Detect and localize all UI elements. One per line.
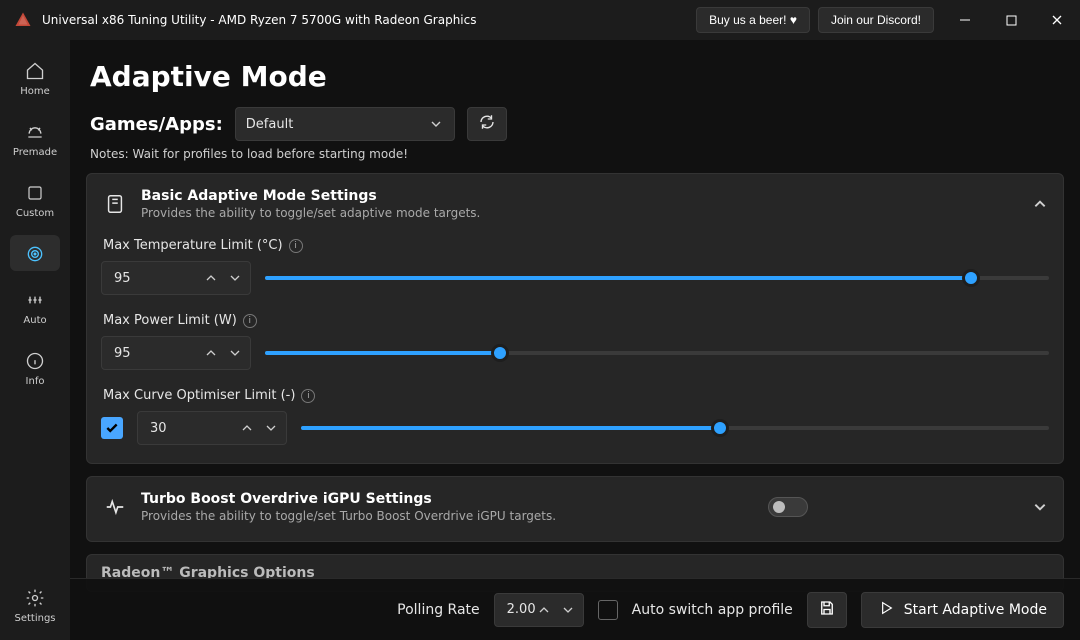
polling-rate-label: Polling Rate [397,602,480,618]
sidebar-item-home[interactable]: Home [10,52,60,103]
titlebar: Universal x86 Tuning Utility - AMD Ryzen… [0,0,1080,40]
stepper-up-icon[interactable] [204,271,218,285]
max-power-input[interactable]: 95 [101,336,251,370]
panel-subtitle: Provides the ability to toggle/set Turbo… [141,509,556,523]
sidebar-item-label: Auto [23,315,46,326]
sidebar-item-label: Premade [13,147,57,158]
gear-icon [24,587,46,609]
profile-select[interactable]: Default [235,107,455,141]
chevron-down-icon [1031,498,1049,516]
max-temp-label: Max Temperature Limit (°C) [103,238,283,253]
sidebar-item-label: Home [20,86,50,97]
polling-rate-value: 2.00 [507,602,536,617]
start-button-label: Start Adaptive Mode [904,602,1047,618]
max-power-field: Max Power Limit (W) i 95 [101,313,1049,370]
chevron-up-icon [1031,195,1049,213]
refresh-button[interactable] [467,107,507,141]
premade-icon [24,121,46,143]
home-icon [24,60,46,82]
sidebar-item-premade[interactable]: Premade [10,113,60,164]
save-button[interactable] [807,592,847,628]
stepper-down-icon[interactable] [228,271,242,285]
window-title: Universal x86 Tuning Utility - AMD Ryzen… [42,13,696,27]
turbo-boost-toggle[interactable] [768,497,808,517]
max-temp-value: 95 [114,271,131,286]
sidebar-item-label: Info [26,376,45,387]
panel-title: Basic Adaptive Mode Settings [141,188,480,204]
panel-title: Turbo Boost Overdrive iGPU Settings [141,491,556,507]
auto-switch-checkbox[interactable] [598,600,618,620]
max-temp-field: Max Temperature Limit (°C) i 95 [101,238,1049,295]
settings-panel-icon [101,190,129,218]
main-content: Adaptive Mode Games/Apps: Default Notes:… [70,40,1080,640]
chevron-down-icon [430,115,444,134]
stepper-down-icon[interactable] [228,346,242,360]
sidebar-item-auto[interactable]: Auto [10,281,60,332]
minimize-button[interactable] [942,0,988,40]
curve-optimiser-value: 30 [150,421,167,436]
panel-subtitle: Provides the ability to toggle/set adapt… [141,206,480,220]
close-button[interactable] [1034,0,1080,40]
sidebar-item-adaptive[interactable] [10,235,60,271]
join-discord-button[interactable]: Join our Discord! [818,7,934,33]
window-controls [942,0,1080,40]
max-temp-slider[interactable] [265,267,1049,289]
play-icon [878,600,894,620]
info-tooltip-icon[interactable]: i [289,239,303,253]
polling-rate-input[interactable]: 2.00 [494,593,584,627]
bottom-bar: Polling Rate 2.00 Auto switch app profil… [70,578,1080,640]
stepper-up-icon[interactable] [204,346,218,360]
sidebar-item-settings[interactable]: Settings [10,579,60,630]
custom-icon [24,182,46,204]
target-icon [24,243,46,265]
auto-switch-label: Auto switch app profile [632,602,793,618]
max-power-slider[interactable] [265,342,1049,364]
stepper-down-icon[interactable] [561,603,575,617]
basic-settings-panel: Basic Adaptive Mode Settings Provides th… [86,173,1064,464]
refresh-icon [478,113,496,135]
page-title: Adaptive Mode [86,60,1064,93]
turbo-boost-panel: Turbo Boost Overdrive iGPU Settings Prov… [86,476,1064,542]
maximize-button[interactable] [988,0,1034,40]
turbo-boost-header[interactable]: Turbo Boost Overdrive iGPU Settings Prov… [101,491,1049,523]
stepper-up-icon[interactable] [240,421,254,435]
max-temp-input[interactable]: 95 [101,261,251,295]
profile-select-value: Default [246,117,294,132]
start-adaptive-button[interactable]: Start Adaptive Mode [861,592,1064,628]
max-power-value: 95 [114,346,131,361]
stepper-down-icon[interactable] [264,421,278,435]
sidebar-item-info[interactable]: Info [10,342,60,393]
sidebar: Home Premade Custom Auto Info Settings [0,40,70,640]
auto-icon [24,289,46,311]
curve-optimiser-slider[interactable] [301,417,1049,439]
sidebar-item-custom[interactable]: Custom [10,174,60,225]
stepper-up-icon[interactable] [537,603,551,617]
info-tooltip-icon[interactable]: i [243,314,257,328]
curve-optimiser-input[interactable]: 30 [137,411,287,445]
info-tooltip-icon[interactable]: i [301,389,315,403]
info-icon [24,350,46,372]
app-logo-icon [14,11,32,29]
sidebar-item-label: Settings [14,613,55,624]
max-power-label: Max Power Limit (W) [103,313,237,328]
curve-optimiser-label: Max Curve Optimiser Limit (-) [103,388,295,403]
sidebar-item-label: Custom [16,208,54,219]
activity-icon [101,493,129,521]
basic-settings-header[interactable]: Basic Adaptive Mode Settings Provides th… [101,188,1049,220]
buy-beer-button[interactable]: Buy us a beer! ♥ [696,7,810,33]
curve-optimiser-checkbox[interactable] [101,417,123,439]
gamesapps-label: Games/Apps: [90,114,223,135]
profiles-note: Notes: Wait for profiles to load before … [86,147,1064,161]
save-icon [818,599,836,621]
curve-optimiser-field: Max Curve Optimiser Limit (-) i 30 [101,388,1049,445]
